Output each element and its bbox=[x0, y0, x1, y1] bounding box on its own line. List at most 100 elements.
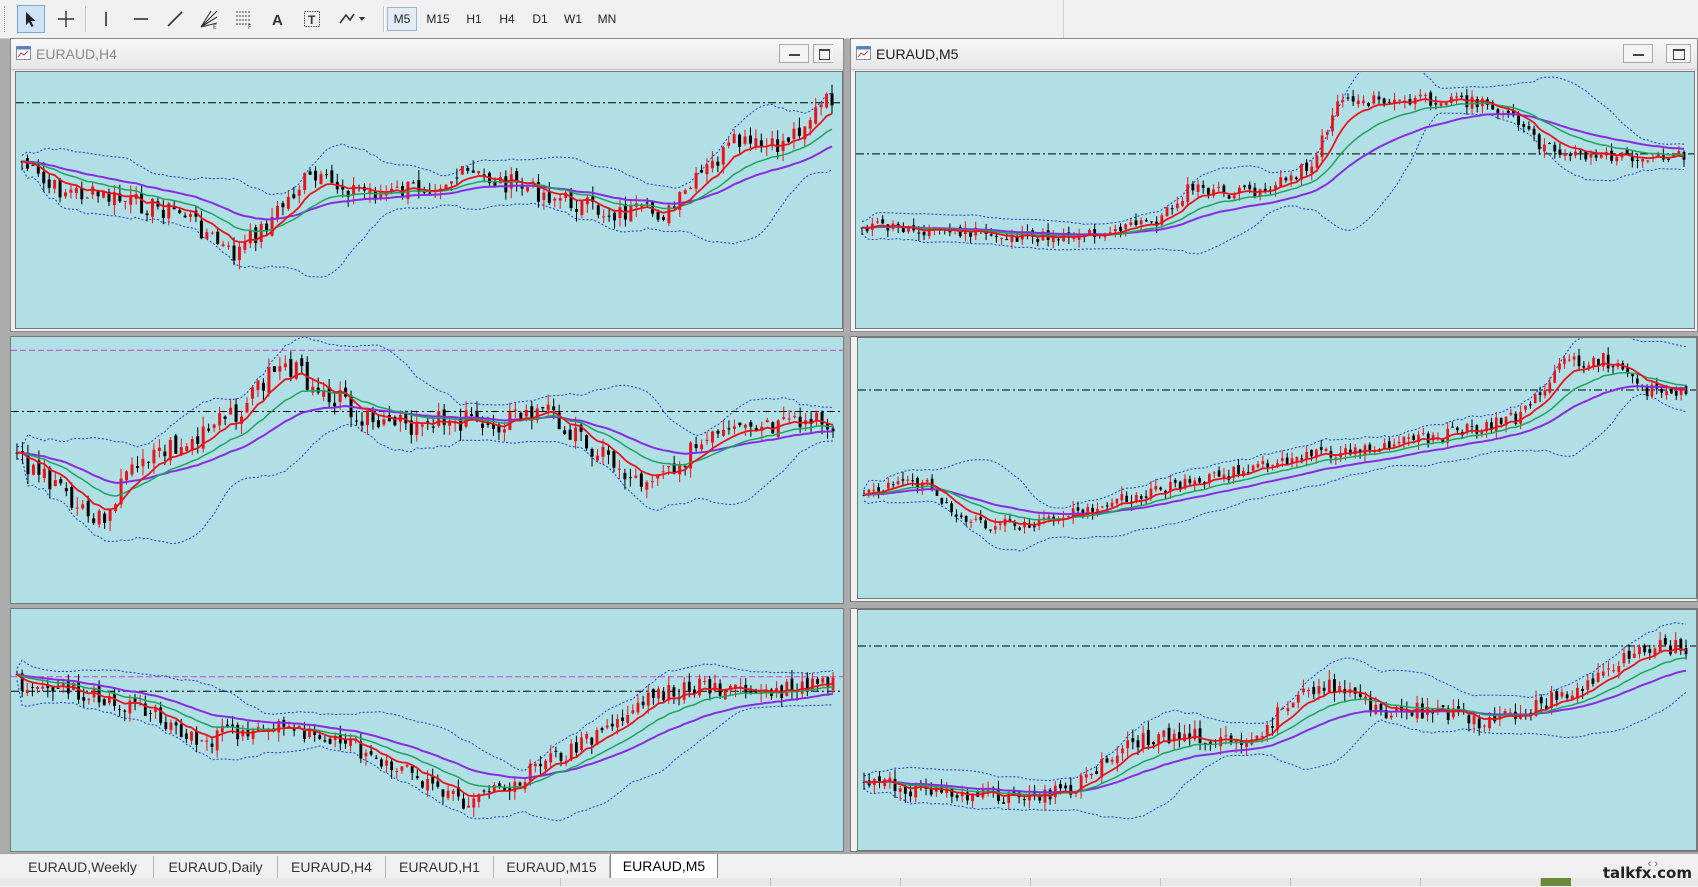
candle-body bbox=[808, 120, 812, 129]
candle-body bbox=[1129, 222, 1133, 226]
candle-body bbox=[1066, 516, 1070, 518]
candle-body bbox=[575, 209, 578, 212]
timeframe-w1-button[interactable]: W1 bbox=[558, 7, 588, 31]
vertical-line-icon[interactable] bbox=[92, 5, 120, 33]
candle-body bbox=[585, 435, 589, 449]
tab-euraud-m15[interactable]: EURAUD,M15 bbox=[494, 856, 610, 878]
chart-titlebar[interactable]: EURAUD,H4 bbox=[11, 39, 843, 70]
candle-body bbox=[1638, 646, 1641, 655]
price-chart[interactable] bbox=[11, 337, 843, 603]
minimize-button[interactable] bbox=[779, 44, 809, 63]
fibonacci-retracement-icon[interactable]: F bbox=[230, 5, 258, 33]
tab-euraud-daily[interactable]: EURAUD,Daily bbox=[154, 856, 278, 878]
chart-window[interactable] bbox=[10, 336, 844, 604]
candle-body bbox=[793, 416, 797, 418]
candlestick-plot bbox=[11, 337, 843, 545]
candle-body bbox=[1591, 678, 1595, 684]
candle-body bbox=[1641, 159, 1645, 162]
timeframe-d1-button[interactable]: D1 bbox=[525, 7, 555, 31]
maximize-button[interactable] bbox=[813, 44, 833, 63]
timeframe-m15-button[interactable]: M15 bbox=[420, 7, 456, 31]
candle-body bbox=[311, 386, 315, 393]
timeframe-h1-button[interactable]: H1 bbox=[459, 7, 489, 31]
cursor-arrow-icon[interactable] bbox=[17, 5, 45, 33]
candle-body bbox=[1568, 153, 1572, 156]
candle-body bbox=[1243, 185, 1246, 188]
arrows-dropdown-icon[interactable] bbox=[335, 5, 369, 33]
chart-window-euraud-h4[interactable]: EURAUD,H4 bbox=[10, 38, 844, 332]
toolbar-grip[interactable] bbox=[4, 6, 8, 32]
candle-body bbox=[1601, 671, 1605, 676]
crosshair-icon[interactable] bbox=[52, 5, 80, 33]
candle-body bbox=[1418, 94, 1422, 97]
maximize-button[interactable] bbox=[1666, 44, 1691, 63]
horizontal-line-icon[interactable] bbox=[127, 5, 155, 33]
candle-body bbox=[390, 761, 394, 771]
timeframe-h4-button[interactable]: H4 bbox=[492, 7, 522, 31]
candle-body bbox=[1217, 470, 1221, 477]
candle-body bbox=[446, 790, 450, 798]
candlestick-plot bbox=[856, 72, 1694, 255]
chart-titlebar[interactable]: EURAUD,M5 bbox=[851, 39, 1697, 70]
candle-body bbox=[1611, 366, 1615, 368]
candle-body bbox=[800, 681, 804, 694]
chart-window[interactable] bbox=[850, 336, 1698, 602]
candle-body bbox=[925, 480, 929, 482]
price-chart[interactable] bbox=[15, 71, 843, 329]
tab-euraud-m5[interactable]: EURAUD,M5 bbox=[610, 854, 718, 879]
trendline-icon[interactable] bbox=[161, 5, 189, 33]
candle-body bbox=[1217, 186, 1221, 188]
candle-body bbox=[1429, 92, 1433, 106]
candle-body bbox=[1186, 184, 1190, 202]
candle-body bbox=[1367, 102, 1371, 106]
tab-euraud-h1[interactable]: EURAUD,H1 bbox=[386, 856, 494, 878]
candle-body bbox=[250, 387, 254, 399]
candle-body bbox=[558, 197, 562, 201]
minimize-button[interactable] bbox=[1623, 44, 1653, 63]
candle-body bbox=[164, 722, 168, 730]
chart-window[interactable] bbox=[10, 608, 844, 852]
candle-body bbox=[590, 737, 594, 745]
candle-body bbox=[1139, 220, 1143, 225]
candle-body bbox=[616, 719, 619, 728]
candle-body bbox=[1224, 735, 1228, 737]
candle-body bbox=[1002, 802, 1005, 804]
price-chart[interactable] bbox=[11, 609, 843, 851]
price-chart[interactable] bbox=[855, 71, 1695, 329]
candle-body bbox=[152, 449, 156, 464]
candle-body bbox=[1424, 95, 1427, 97]
candle-body bbox=[318, 735, 322, 739]
timeframe-mn-button[interactable]: MN bbox=[591, 7, 623, 31]
candle-body bbox=[1325, 131, 1329, 135]
tab-euraud-h4[interactable]: EURAUD,H4 bbox=[278, 856, 386, 878]
candle-body bbox=[605, 725, 609, 728]
toolbar: E F A T M5 M15 H1 H4 D1 W1 MN bbox=[0, 0, 1063, 39]
candle-body bbox=[1548, 382, 1552, 393]
price-chart[interactable] bbox=[857, 609, 1697, 851]
candle-body bbox=[1560, 692, 1564, 697]
candle-body bbox=[1617, 665, 1621, 673]
candle-body bbox=[157, 447, 161, 452]
candle-body bbox=[993, 526, 997, 530]
chart-window-euraud-m5[interactable]: EURAUD,M5 bbox=[850, 38, 1698, 332]
candle-body bbox=[1154, 486, 1158, 490]
candle-body bbox=[541, 406, 545, 409]
moving-average-fast bbox=[16, 372, 834, 511]
tab-euraud-weekly[interactable]: EURAUD,Weekly bbox=[12, 856, 154, 878]
candle-body bbox=[876, 221, 879, 223]
fibonacci-fan-icon[interactable]: E bbox=[195, 5, 223, 33]
price-chart[interactable] bbox=[857, 337, 1697, 599]
candle-body bbox=[385, 760, 388, 766]
candle-body bbox=[248, 230, 252, 244]
candle-body bbox=[1336, 101, 1340, 116]
candle-body bbox=[631, 710, 635, 714]
candle-body bbox=[613, 212, 617, 221]
text-icon[interactable]: A bbox=[264, 5, 292, 33]
candle-body bbox=[286, 196, 290, 209]
chart-window[interactable] bbox=[850, 608, 1698, 852]
candle-body bbox=[1119, 226, 1122, 232]
candle-body bbox=[92, 518, 96, 524]
text-label-icon[interactable]: T bbox=[298, 5, 326, 33]
candle-body bbox=[371, 412, 375, 423]
timeframe-m5-button[interactable]: M5 bbox=[387, 7, 417, 31]
